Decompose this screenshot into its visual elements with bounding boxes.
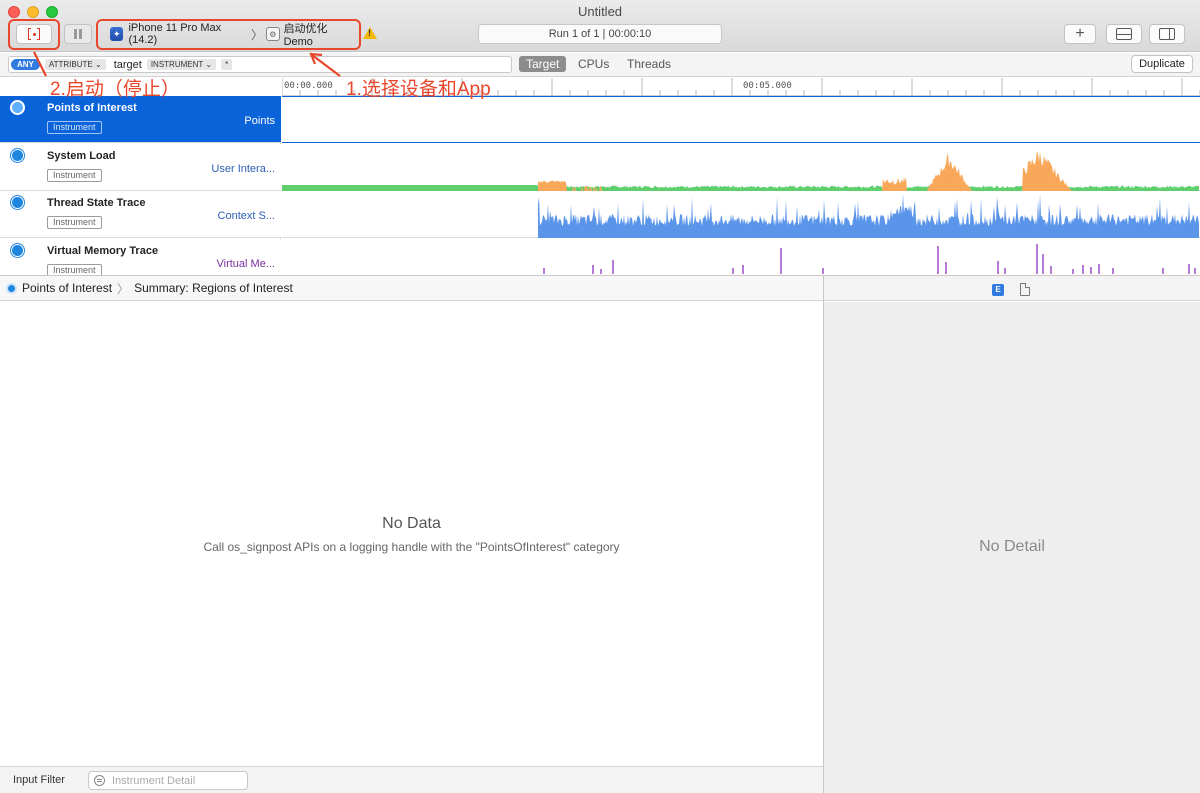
track-name: System Load — [47, 150, 116, 162]
inspector-tabs: E — [824, 275, 1200, 301]
inspector-pane: No Detail — [824, 302, 1200, 793]
memory-spike — [1036, 244, 1038, 274]
track-points-of-interest[interactable]: Points of Interest Instrument Points — [0, 96, 281, 143]
empty-state-title: No Data — [382, 515, 441, 532]
memory-spike — [1042, 254, 1044, 274]
detail-footer: Input Filter Instrument Detail — [0, 766, 823, 793]
track-name: Points of Interest — [47, 102, 137, 114]
virtual-memory-icon — [11, 244, 24, 257]
track-badge: Instrument — [47, 216, 102, 229]
track-subtitle: Virtual Me... — [216, 258, 276, 270]
virtual-memory-graph — [543, 244, 1196, 274]
track-subtitle: Context S... — [217, 210, 275, 222]
memory-spike — [822, 268, 824, 274]
memory-spike — [600, 269, 602, 274]
track-list: Points of Interest Instrument Points Sys… — [0, 96, 281, 286]
track-thread-state-trace[interactable]: Thread State Trace Instrument Context S.… — [0, 191, 281, 238]
annotation-arrows — [33, 51, 341, 77]
memory-spike — [1112, 268, 1114, 274]
system-load-icon — [11, 149, 24, 162]
annotation-step-1: 1.选择设备和App — [346, 79, 491, 100]
memory-spike — [1082, 265, 1084, 274]
poi-icon — [11, 101, 24, 114]
memory-spike — [1194, 268, 1196, 274]
chevron-right-icon: 〉 — [117, 281, 130, 296]
track-graphs[interactable] — [282, 96, 1200, 274]
memory-spike — [1050, 266, 1052, 274]
extended-detail-icon[interactable]: E — [992, 284, 1004, 296]
instruments-window: Untitled ✦ iPhone 11 Pro Max (14.2) 〉 ⚙ … — [0, 0, 1200, 793]
memory-spike — [1072, 269, 1074, 274]
input-filter-button[interactable]: Input Filter — [13, 774, 65, 786]
detail-table-area: No Data Call os_signpost APIs on a loggi… — [0, 302, 823, 766]
memory-spike — [1090, 267, 1092, 274]
memory-spike — [543, 268, 545, 274]
graph-points-of-interest[interactable] — [282, 96, 1200, 143]
thread-state-graph — [538, 194, 1199, 238]
annotation-step-2: 2.启动（停止） — [50, 79, 180, 100]
poi-icon — [6, 282, 17, 294]
memory-spike — [937, 246, 939, 274]
thread-state-icon — [11, 196, 24, 209]
search-placeholder: Instrument Detail — [112, 775, 196, 787]
graph-virtual-memory[interactable] — [282, 239, 1200, 274]
empty-state-subtitle: Call os_signpost APIs on a logging handl… — [203, 540, 620, 554]
track-name: Virtual Memory Trace — [47, 245, 159, 257]
memory-spike — [1162, 268, 1164, 274]
memory-spike — [1098, 264, 1100, 274]
track-subtitle: User Intera... — [211, 163, 275, 175]
memory-spike — [742, 265, 744, 274]
system-load-graph — [282, 150, 1199, 191]
no-detail-label: No Detail — [979, 538, 1045, 555]
memory-spike — [1188, 264, 1190, 274]
memory-spike — [780, 248, 782, 274]
memory-spike — [612, 260, 614, 274]
track-name: Thread State Trace — [47, 197, 146, 209]
memory-spike — [1004, 268, 1006, 274]
track-badge: Instrument — [47, 169, 102, 182]
breadcrumb-root[interactable]: Points of Interest — [22, 281, 112, 295]
track-badge: Instrument — [47, 121, 102, 134]
track-system-load[interactable]: System Load Instrument User Intera... — [0, 144, 281, 191]
memory-spike — [732, 268, 734, 274]
thread-state-area — [538, 194, 1199, 238]
system-load-orange-area — [538, 150, 1199, 191]
search-icon — [94, 775, 105, 786]
memory-spike — [592, 265, 594, 274]
track-subtitle: Points — [244, 115, 275, 127]
memory-spike — [945, 262, 947, 274]
graph-system-load[interactable] — [282, 144, 1200, 191]
breadcrumb-leaf[interactable]: Summary: Regions of Interest — [134, 281, 293, 295]
instrument-detail-search[interactable]: Instrument Detail — [88, 771, 248, 790]
graph-thread-state[interactable] — [282, 191, 1200, 238]
memory-spike — [997, 261, 999, 274]
document-icon[interactable] — [1020, 283, 1030, 296]
breadcrumb: Points of Interest 〉 Summary: Regions of… — [0, 275, 823, 301]
